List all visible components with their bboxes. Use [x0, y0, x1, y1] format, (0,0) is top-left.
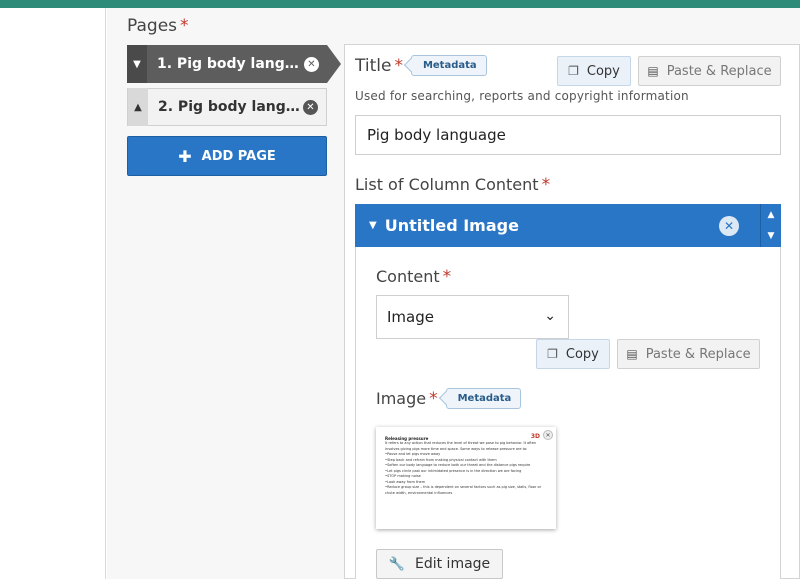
paste-label: Paste & Replace: [645, 346, 751, 362]
edit-image-label: Edit image: [415, 556, 491, 572]
page-item-2[interactable]: ▲ 2. Pig body langua... ✕: [127, 88, 327, 126]
chevron-down-icon: ⌄: [544, 308, 556, 324]
wrench-icon: 🔧: [388, 556, 405, 572]
content-label-text: Content: [376, 267, 440, 286]
top-bar: [0, 0, 800, 8]
metadata-tag[interactable]: Metadata: [445, 388, 522, 409]
title-input[interactable]: [355, 115, 781, 155]
metadata-tag[interactable]: Metadata: [410, 55, 487, 76]
page-item-label: 1. Pig body language: [157, 56, 304, 72]
required-marker: *: [429, 388, 438, 409]
required-marker: *: [394, 55, 403, 76]
pages-heading-text: Pages: [127, 16, 178, 36]
pages-heading: Pages *: [127, 16, 189, 36]
required-marker: *: [442, 267, 452, 287]
copy-icon: ❐: [568, 64, 579, 78]
plus-icon: ✚: [178, 146, 192, 166]
column-content-label-text: List of Column Content: [355, 175, 539, 194]
copy-label: Copy: [565, 346, 599, 362]
thumbnail-line: •Reduce group size – this is dependent o…: [385, 485, 542, 489]
chevron-down-icon[interactable]: ▼: [127, 45, 147, 83]
edit-image-button[interactable]: 🔧 Edit image: [376, 549, 503, 579]
content-paste-replace-button[interactable]: ▤ Paste & Replace: [617, 339, 760, 369]
content-item-header[interactable]: ▼ Untitled Image ✕: [355, 204, 760, 247]
image-label-text: Image: [376, 389, 427, 408]
copy-label: Copy: [586, 63, 620, 79]
title-label-text: Title: [355, 55, 392, 76]
left-sidebar: [0, 8, 106, 579]
move-down-icon[interactable]: ▼: [768, 231, 775, 241]
title-paste-replace-button[interactable]: ▤ Paste & Replace: [638, 56, 781, 86]
page-item-label: 2. Pig body langua...: [158, 99, 303, 115]
close-icon[interactable]: ✕: [303, 99, 318, 115]
paste-icon: ▤: [647, 64, 659, 78]
content-type-value: Image: [387, 308, 434, 326]
content-item-title: Untitled Image: [384, 216, 519, 235]
title-copy-button[interactable]: ❐ Copy: [557, 56, 631, 86]
required-marker: *: [180, 16, 189, 36]
page-item-1[interactable]: ▼ 1. Pig body language ✕: [127, 45, 341, 83]
reorder-controls: ▲ ▼: [760, 204, 781, 247]
image-field-label: Image * Metadata: [376, 388, 522, 409]
close-icon[interactable]: ✕: [304, 56, 319, 72]
thumbnail-logo: 3D: [530, 433, 540, 440]
content-type-label: Content *: [376, 267, 451, 287]
image-thumbnail[interactable]: 3D ✕ Releasing pressure It refers to any…: [376, 427, 556, 529]
caret-down-icon[interactable]: ▼: [369, 220, 377, 231]
thumbnail-line: It refers to any action that reduces the…: [385, 441, 537, 445]
chevron-up-icon[interactable]: ▲: [128, 88, 148, 126]
copy-icon: ❐: [547, 347, 558, 361]
move-up-icon[interactable]: ▲: [768, 210, 775, 220]
remove-image-icon[interactable]: ✕: [543, 430, 553, 440]
remove-icon[interactable]: ✕: [719, 216, 739, 236]
add-page-label: ADD PAGE: [201, 148, 276, 164]
title-helper-text: Used for searching, reports and copyrigh…: [355, 89, 689, 103]
add-page-button[interactable]: ✚ ADD PAGE: [127, 136, 327, 176]
paste-label: Paste & Replace: [666, 63, 772, 79]
content-copy-button[interactable]: ❐ Copy: [536, 339, 610, 369]
column-content-label: List of Column Content *: [355, 175, 550, 195]
paste-icon: ▤: [626, 347, 638, 361]
content-type-select[interactable]: Image ⌄: [376, 295, 569, 339]
thumbnail-line: •Soften our body language to reduce both…: [385, 463, 531, 467]
title-field-label: Title * Metadata: [355, 55, 487, 76]
required-marker: *: [541, 175, 551, 195]
thumbnail-line: chute width, environmental influences: [385, 490, 453, 495]
